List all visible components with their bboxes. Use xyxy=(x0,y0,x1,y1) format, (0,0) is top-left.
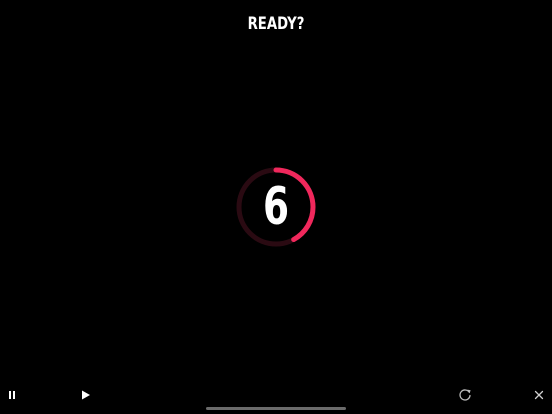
close-icon xyxy=(534,390,544,400)
pause-button[interactable] xyxy=(2,385,22,405)
home-indicator xyxy=(206,407,346,410)
play-icon xyxy=(82,390,90,400)
close-button[interactable] xyxy=(529,385,549,405)
restart-icon xyxy=(459,389,471,401)
play-button[interactable] xyxy=(75,385,95,405)
restart-button[interactable] xyxy=(455,385,475,405)
workout-countdown-screen: READY? 6 xyxy=(0,0,552,414)
countdown-timer: 6 xyxy=(234,165,318,249)
pause-icon xyxy=(9,391,15,399)
screen-title: READY? xyxy=(247,14,305,34)
countdown-number: 6 xyxy=(262,177,290,237)
